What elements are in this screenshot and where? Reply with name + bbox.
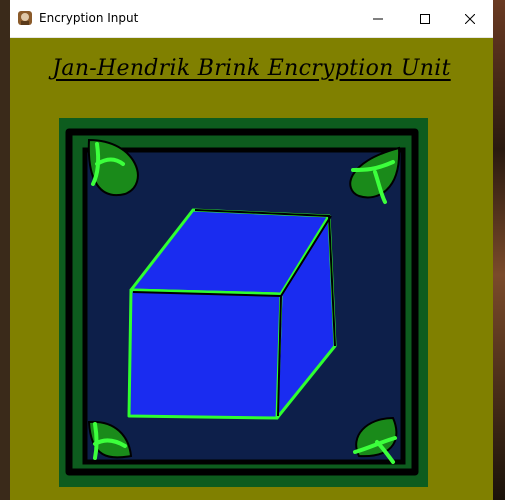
background-photo	[492, 0, 505, 500]
app-window: Encryption Input Jan-Hendrik Brink Encry…	[10, 0, 493, 500]
maximize-icon	[420, 13, 430, 24]
minimize-button[interactable]	[355, 0, 401, 37]
title-bar[interactable]: Encryption Input	[10, 0, 493, 38]
app-icon	[17, 10, 33, 26]
minimize-icon	[373, 18, 383, 19]
page-title: Jan-Hendrik Brink Encryption Unit	[52, 56, 451, 81]
maximize-button[interactable]	[402, 0, 448, 37]
window-title: Encryption Input	[39, 11, 139, 25]
cube-logo	[59, 118, 428, 487]
close-icon	[465, 13, 475, 24]
close-button[interactable]	[447, 0, 493, 37]
